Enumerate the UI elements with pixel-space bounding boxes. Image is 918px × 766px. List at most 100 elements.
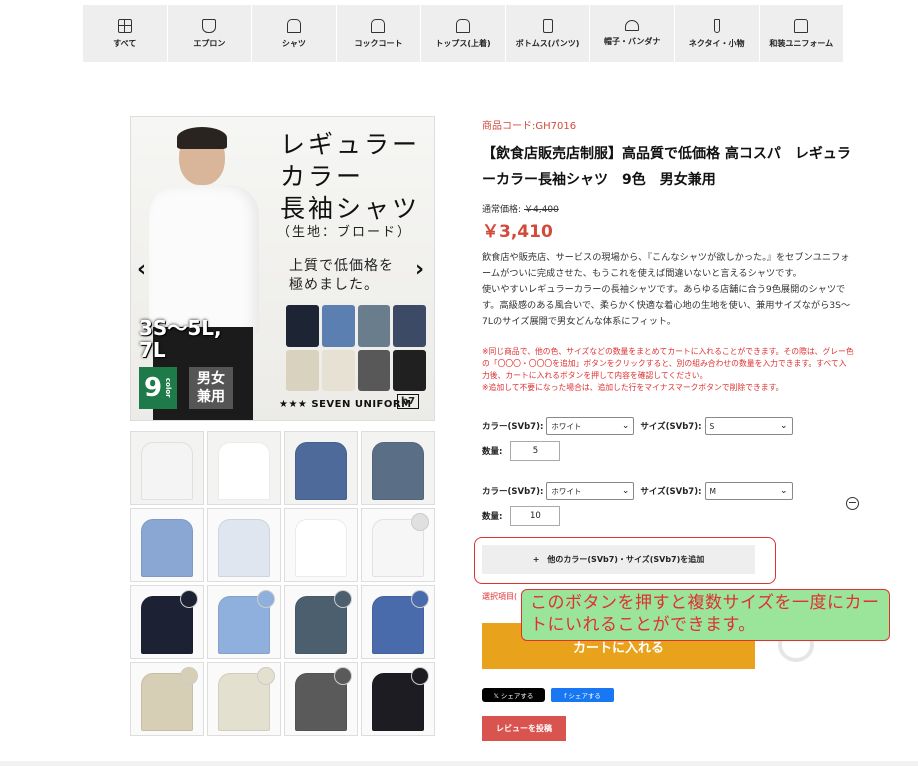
thumbnail-11[interactable] <box>284 585 358 659</box>
jacket-icon <box>456 18 471 33</box>
category-label: すべて <box>113 38 137 48</box>
thumbnail-5[interactable] <box>130 508 204 582</box>
facebook-share-button[interactable]: f シェアする <box>551 688 614 702</box>
thumbnail-7[interactable] <box>284 508 358 582</box>
color-swatch <box>180 667 198 685</box>
product-description: 飲食店や販売店、サービスの現場から、『こんなシャツが欲しかった。』をセブンユニフ… <box>482 252 851 327</box>
shirt-icon <box>286 18 301 33</box>
category-shirt[interactable]: シャツ <box>252 5 336 62</box>
size-label: サイズ(SVb7): <box>640 422 702 432</box>
annotation-callout: このボタンを押すと複数サイズを一度にカートにいれることができます。 <box>521 589 890 641</box>
chef-coat-icon <box>371 18 386 33</box>
qty-input[interactable]: 5 <box>510 441 561 461</box>
hero-tagline: 上質で低価格を 極めました。 <box>289 258 394 293</box>
shirt-image <box>141 442 193 500</box>
shirt-image <box>218 519 270 577</box>
chevron-down-icon: ⌄ <box>779 421 788 431</box>
unisex-badge: 男女 兼用 <box>189 367 233 409</box>
category-label: 和装ユニフォーム <box>769 38 834 48</box>
thumbnail-2[interactable] <box>207 431 281 505</box>
color-swatch <box>411 667 429 685</box>
category-label: トップス(上着) <box>435 38 491 48</box>
regular-price: 通常価格: ￥4,400 <box>482 205 559 215</box>
pants-icon <box>542 18 553 33</box>
category-label: エプロン <box>193 38 226 48</box>
qty-row: 数量: 5 <box>482 441 561 461</box>
category-label: コックコート <box>354 38 403 48</box>
color-variants-preview <box>286 305 426 391</box>
thumbnail-13[interactable] <box>130 662 204 736</box>
color-swatch <box>411 590 429 608</box>
chevron-down-icon: ⌄ <box>621 486 630 496</box>
thumbnail-1[interactable] <box>130 431 204 505</box>
category-kimono[interactable]: 和装ユニフォーム <box>759 5 844 62</box>
category-label: ボトムス(パンツ) <box>515 38 580 48</box>
category-tops[interactable]: トップス(上着) <box>421 5 505 62</box>
variant-row: カラー(SVb7): ホワイト ⌄ サイズ(SVb7): S ⌄ <box>482 417 793 435</box>
thumbnail-16[interactable] <box>361 662 435 736</box>
thumbnail-10[interactable] <box>207 585 281 659</box>
hero-fabric: （生地：ブロード） <box>276 225 412 240</box>
thumbnail-8[interactable] <box>361 508 435 582</box>
color-swatch <box>334 667 352 685</box>
kimono-icon <box>794 18 809 33</box>
color-swatch <box>257 590 275 608</box>
category-label: 帽子・バンダナ <box>603 37 661 46</box>
category-hat[interactable]: 帽子・バンダナ <box>590 5 674 62</box>
brand-name: ★★★ SEVEN UNIFORM <box>279 399 412 410</box>
color-swatch <box>180 590 198 608</box>
size-range: 3S～5L, 7L <box>139 316 222 362</box>
x-share-button[interactable]: 𝕏 シェアする <box>482 688 545 702</box>
thumbnail-grid <box>130 431 435 736</box>
add-variant-button[interactable]: + 他のカラー(SVb7)・サイズ(SVb7)を追加 <box>482 545 755 574</box>
thumbnail-12[interactable] <box>361 585 435 659</box>
qty-label: 数量: <box>482 512 503 522</box>
color-select[interactable]: ホワイト ⌄ <box>546 482 635 500</box>
thumbnail-9[interactable] <box>130 585 204 659</box>
qty-input[interactable]: 10 <box>510 506 561 526</box>
sale-price: ￥3,410 <box>482 222 553 242</box>
color-swatch <box>411 513 429 531</box>
post-review-button[interactable]: レビューを投稿 <box>482 716 566 741</box>
variant-row: カラー(SVb7): ホワイト ⌄ サイズ(SVb7): M ⌄ <box>482 482 793 500</box>
size-select[interactable]: S ⌄ <box>704 417 793 435</box>
color-label: カラー(SVb7): <box>482 422 544 432</box>
thumbnail-3[interactable] <box>284 431 358 505</box>
shirt-image <box>141 519 193 577</box>
product-code: 商品コード:GH7016 <box>482 121 577 132</box>
qty-label: 数量: <box>482 447 503 457</box>
next-arrow-icon[interactable]: › <box>415 257 424 282</box>
thumbnail-14[interactable] <box>207 662 281 736</box>
category-bottoms[interactable]: ボトムス(パンツ) <box>505 5 590 62</box>
color-label: カラー(SVb7): <box>482 487 544 497</box>
category-chef-coat[interactable]: コックコート <box>336 5 421 62</box>
remove-row-icon[interactable]: − <box>846 497 859 510</box>
color-select[interactable]: ホワイト ⌄ <box>546 417 635 435</box>
category-necktie[interactable]: ネクタイ・小物 <box>674 5 759 62</box>
category-label: ネクタイ・小物 <box>688 38 745 48</box>
category-apron[interactable]: エプロン <box>167 5 252 62</box>
category-label: シャツ <box>281 38 306 48</box>
shirt-image <box>218 442 270 500</box>
hat-icon <box>625 20 640 31</box>
chevron-down-icon: ⌄ <box>779 486 788 496</box>
thumbnail-15[interactable] <box>284 662 358 736</box>
size-label: サイズ(SVb7): <box>640 487 702 497</box>
nine-color-badge: 9 color <box>139 367 177 409</box>
selected-items-note: 選択項目( <box>482 592 518 601</box>
thumbnail-6[interactable] <box>207 508 281 582</box>
category-nav: すべて エプロン シャツ コックコート トップス(上着) ボトムス(パンツ) 帽… <box>83 5 844 62</box>
size-select[interactable]: M ⌄ <box>704 482 793 500</box>
multi-add-note: ※同じ商品で、他の色、サイズなどの数量をまとめてカートに入れることができます。そ… <box>482 347 854 392</box>
prev-arrow-icon[interactable]: ‹ <box>137 257 146 282</box>
apron-icon <box>202 18 217 33</box>
qty-row: 数量: 10 <box>482 506 561 526</box>
hero-headline: レギュラー カラー 長袖シャツ <box>279 130 420 223</box>
thumbnail-4[interactable] <box>361 431 435 505</box>
grid-icon <box>117 18 132 33</box>
category-all[interactable]: すべて <box>83 5 167 62</box>
footer-divider <box>0 761 918 766</box>
product-title: 【飲食店販売店制服】高品質で低価格 高コスパ レギュラーカラー長袖シャツ 9色 … <box>482 146 851 188</box>
color-swatch <box>257 667 275 685</box>
brand-logo: b7 <box>397 394 420 409</box>
